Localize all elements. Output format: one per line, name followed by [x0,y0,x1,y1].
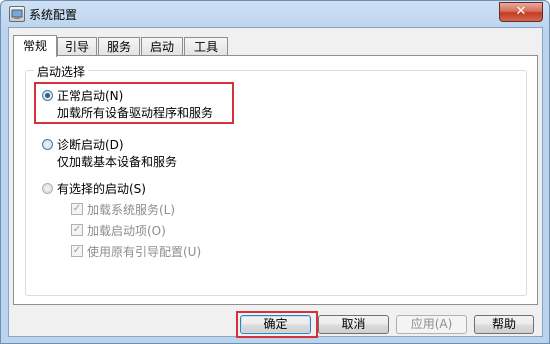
dialog-client-area: 常规 引导 服务 启动 工具 启动选择 正常启动(N) 加载所有设备驱动程序和服… [8,27,543,338]
system-configuration-window: 系统配置 ✕ 常规 引导 服务 启动 工具 启动选择 正常启动(N) 加载所有设… [0,0,550,344]
tab-startup[interactable]: 启动 [141,37,183,56]
load-system-services-label: 加载系统服务(L) [87,203,176,217]
ok-button[interactable]: 确定 [240,315,311,334]
use-original-boot-config-checkbox[interactable]: ✓ [71,245,83,257]
cancel-button[interactable]: 取消 [318,315,389,334]
normal-startup-label[interactable]: 正常启动(N) [57,87,123,104]
tab-services[interactable]: 服务 [98,37,140,56]
close-icon: ✕ [515,4,527,19]
selective-startup-label[interactable]: 有选择的启动(S) [57,180,146,197]
load-startup-items-checkbox[interactable]: ✓ [71,224,83,236]
normal-startup-radio[interactable] [42,90,53,101]
apply-button[interactable]: 应用(A) [396,315,467,334]
selective-startup-radio[interactable] [42,183,53,194]
diagnostic-startup-description: 仅加载基本设备和服务 [57,155,178,169]
tab-tools[interactable]: 工具 [184,37,228,56]
startup-selection-group: 启动选择 正常启动(N) 加载所有设备驱动程序和服务 诊断启动(D) 仅加载基本… [25,63,527,296]
tab-general[interactable]: 常规 [13,35,57,57]
title-bar[interactable]: 系统配置 ✕ [1,1,549,27]
diagnostic-startup-radio[interactable] [42,139,53,150]
window-title: 系统配置 [29,8,78,22]
tab-boot[interactable]: 引导 [57,37,97,56]
help-button[interactable]: 帮助 [474,315,534,334]
normal-startup-description: 加载所有设备驱动程序和服务 [57,106,214,120]
load-startup-items-label: 加载启动项(O) [87,224,166,238]
load-system-services-checkbox[interactable]: ✓ [71,203,83,215]
group-title: 启动选择 [34,63,89,80]
use-original-boot-config-label: 使用原有引导配置(U) [87,245,202,259]
close-button[interactable]: ✕ [499,2,543,22]
system-configuration-icon [9,6,25,22]
general-tab-panel: 启动选择 正常启动(N) 加载所有设备驱动程序和服务 诊断启动(D) 仅加载基本… [13,55,538,305]
diagnostic-startup-label[interactable]: 诊断启动(D) [57,136,124,153]
